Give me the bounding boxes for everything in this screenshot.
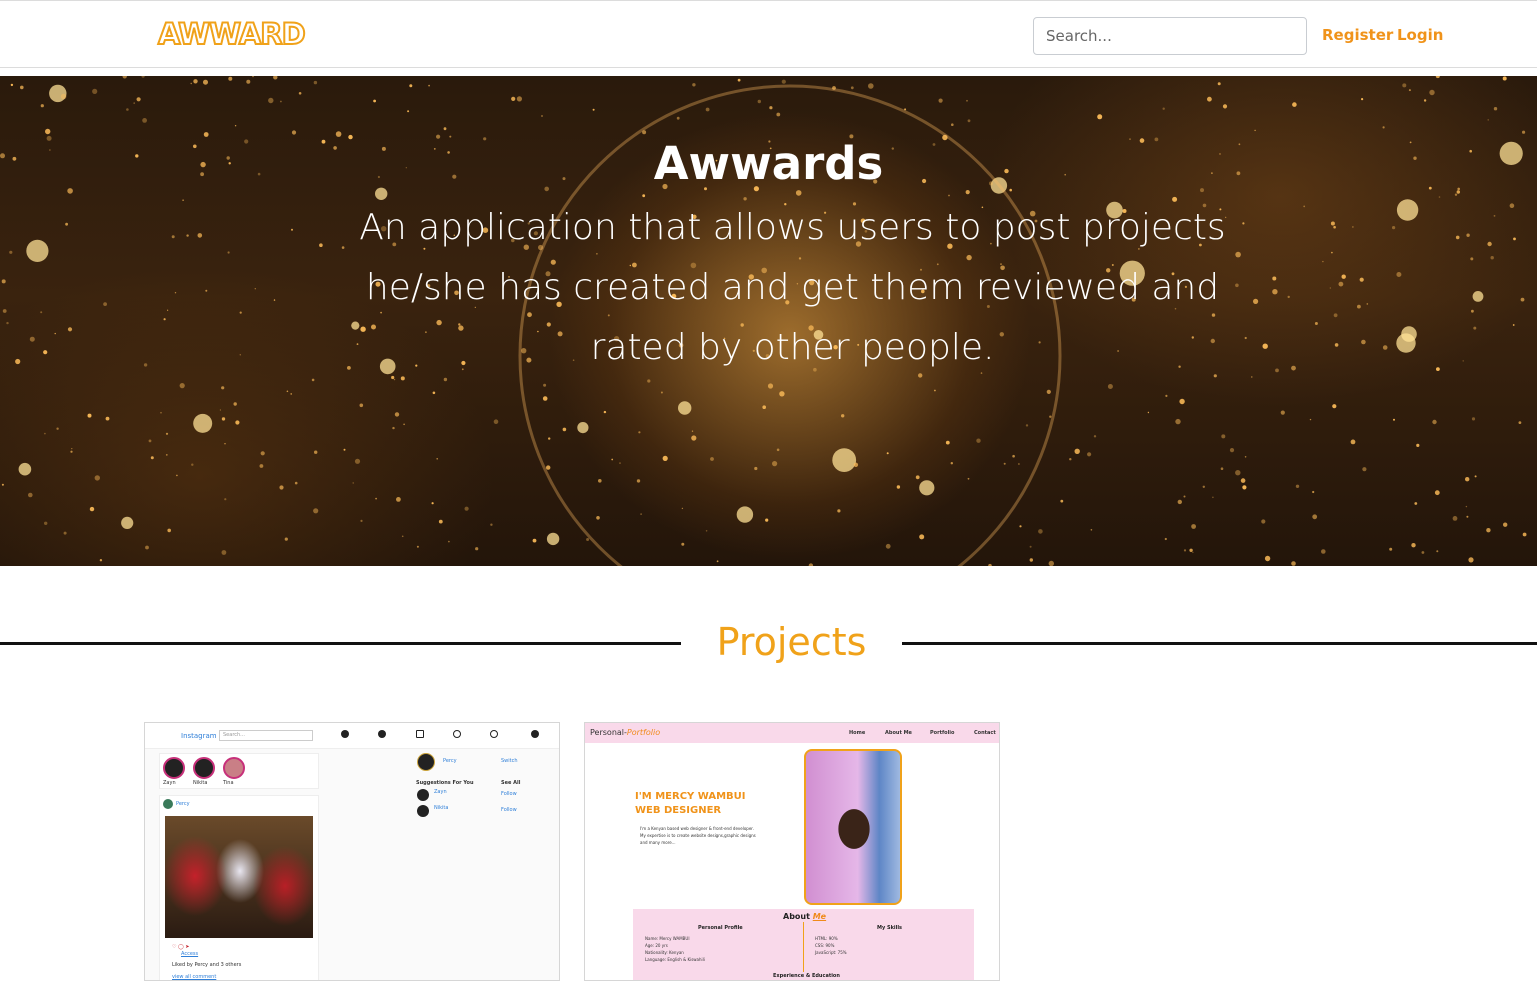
site-logo[interactable]: AWWARD (157, 16, 307, 52)
see-all-link: See All (501, 780, 521, 786)
hero-title: Awwards (653, 137, 884, 190)
projects-heading: Projects (716, 620, 867, 664)
screenshot-nav-home: Home (849, 730, 866, 736)
avatar (163, 799, 173, 809)
caption-user: Access (181, 951, 199, 957)
screenshot-brand: Personal-Portfolio (590, 728, 660, 737)
search-input[interactable] (1033, 17, 1307, 55)
story-name: Zayn (163, 780, 176, 786)
avatar (531, 730, 539, 738)
navbar: AWWARD Register Login (0, 0, 1537, 68)
brand-part: Personal- (590, 728, 627, 737)
about-heading: About Me (783, 912, 826, 921)
register-link[interactable]: Register (1322, 26, 1393, 44)
avatar (417, 805, 429, 817)
side-username: Percy (443, 758, 457, 764)
skill-line: HTML: 90% (815, 936, 838, 941)
portfolio-intro: I'm a Kenyan based web designer & front-… (640, 826, 756, 845)
skill-line: JavaScript: 75% (815, 950, 847, 955)
experience-heading: Experience & Education (773, 973, 840, 979)
login-link[interactable]: Login (1397, 26, 1443, 44)
heart-icon (490, 730, 498, 738)
avatar (417, 789, 429, 801)
suggestion-name: Nikita (434, 805, 449, 811)
projects-divider-right (902, 642, 1537, 645)
follow-link: Follow (501, 807, 517, 813)
profile-line: Language: English & Kiswahili (645, 957, 705, 962)
hero-description: An application that allows users to post… (359, 207, 1226, 368)
heading-line: WEB DESIGNER (635, 805, 722, 816)
screenshot-nav-contact: Contact (974, 730, 996, 736)
avatar (417, 753, 435, 771)
project-card-instagram[interactable]: Instagram Search... Zayn Nikita Tina Per… (144, 722, 560, 981)
post-photo (165, 816, 313, 938)
screenshot-nav-portfolio: Portfolio (930, 730, 955, 736)
portfolio-heading: I'M MERCY WAMBUI WEB DESIGNER (635, 790, 746, 818)
liked-by-text: Liked by Percy and 3 others (172, 962, 242, 968)
project-card-portfolio[interactable]: Personal-Portfolio Home About Me Portfol… (584, 722, 1000, 981)
screenshot-search: Search... (219, 730, 313, 741)
story-avatar (163, 757, 185, 779)
about-divider (803, 922, 804, 972)
screenshot-brand: Instagram (181, 732, 217, 740)
add-icon (416, 730, 424, 738)
brand-part-accent: Portfolio (626, 728, 661, 737)
suggestion-name: Zayn (434, 789, 447, 795)
screenshot-nav-about: About Me (885, 730, 912, 736)
switch-link: Switch (501, 758, 518, 764)
post-actions-icons: ♡ ◯ ➤ (172, 944, 190, 950)
post-username: Percy (176, 801, 190, 807)
view-comments-link: view all comment (172, 974, 217, 980)
skill-line: CSS: 90% (815, 943, 835, 948)
personal-profile-heading: Personal Profile (698, 925, 743, 931)
home-icon (341, 730, 349, 738)
story-avatar (223, 757, 245, 779)
story-avatar (193, 757, 215, 779)
suggestions-heading: Suggestions For You (416, 780, 474, 786)
explore-icon (453, 730, 461, 738)
profile-line: Name: Mercy WAMBUI (645, 936, 690, 941)
portfolio-photo (804, 749, 902, 905)
message-icon (378, 730, 386, 738)
about-heading-part: About (783, 912, 813, 921)
about-heading-accent: Me (812, 912, 827, 921)
heading-line: I'M MERCY WAMBUI (635, 791, 746, 802)
profile-line: Nationality: Kenyan (645, 950, 684, 955)
my-skills-heading: My Skills (877, 925, 903, 931)
hero-banner: Awwards An application that allows users… (0, 76, 1537, 566)
story-name: Nikita (193, 780, 208, 786)
projects-divider-left (0, 642, 681, 645)
story-name: Tina (223, 780, 234, 786)
follow-link: Follow (501, 791, 517, 797)
profile-line: Age: 20 yrs (645, 943, 668, 948)
